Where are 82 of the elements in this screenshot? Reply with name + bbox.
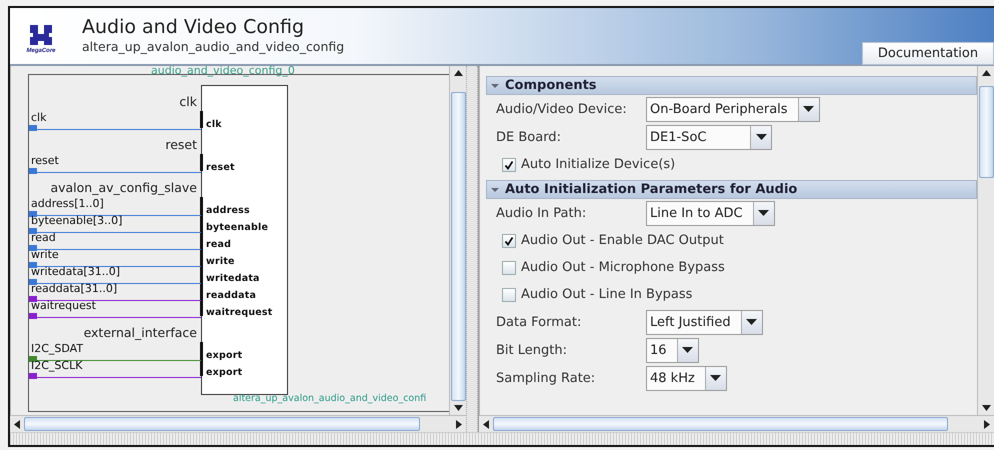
scrollbar-thumb[interactable] (450, 92, 466, 401)
signal-label: readdata[31..0] (31, 282, 118, 295)
collapse-icon[interactable] (491, 186, 499, 194)
port-label: export (206, 367, 242, 379)
scroll-up-icon[interactable] (982, 70, 990, 76)
collapse-icon[interactable] (491, 82, 499, 90)
interface-label: external_interface (84, 325, 197, 341)
checkbox-label: Auto Initialize Device(s) (521, 157, 676, 172)
port-label: address (206, 205, 250, 217)
checkbox[interactable] (502, 260, 516, 274)
interface-bar (200, 111, 203, 128)
scroll-left-icon[interactable] (483, 420, 489, 428)
checkbox[interactable] (502, 234, 516, 248)
scroll-right-icon[interactable] (456, 420, 462, 428)
port-label: export (206, 350, 242, 362)
dropdown[interactable]: On-Board Peripherals (646, 96, 820, 122)
signal-label: clk (31, 111, 46, 124)
caret-icon (710, 375, 722, 381)
window-title: Audio and Video Config (82, 14, 306, 38)
interface-label: avalon_av_config_slave (50, 180, 197, 196)
caret-icon (746, 319, 758, 325)
interface-label: clk (179, 94, 197, 110)
port-label: clk (206, 119, 222, 131)
port-label: readdata (206, 290, 256, 302)
field-label: Bit Length: (496, 342, 568, 358)
interface-label: reset (165, 137, 197, 153)
signal-label: I2C_SCLK (31, 359, 82, 372)
scrollbar-thumb[interactable] (24, 417, 420, 431)
field-label: Data Format: (496, 314, 582, 330)
horizontal-scrollbar[interactable] (10, 415, 466, 432)
signal-label: writedata[31..0] (31, 265, 120, 278)
checkbox-label: Audio Out - Enable DAC Output (521, 233, 724, 248)
signal-label: byteenable[3..0] (31, 214, 122, 227)
vertical-scrollbar[interactable] (977, 66, 994, 415)
scroll-down-icon[interactable] (454, 405, 462, 411)
interface-bar (200, 342, 203, 376)
caret-icon (803, 106, 814, 112)
caret-icon (682, 347, 694, 353)
signal-label: I2C_SDAT (31, 342, 84, 355)
field-label: Audio/Video Device: (496, 102, 628, 116)
port-label: read (206, 239, 232, 251)
section-title: Auto Initialization Parameters for Audio (505, 182, 798, 197)
signal-label: write (31, 248, 59, 261)
vertical-scrollbar[interactable] (449, 66, 466, 415)
port-label: write (206, 256, 235, 268)
dropdown[interactable]: 16 (646, 338, 699, 362)
signal-label: waitrequest (31, 299, 96, 312)
dropdown[interactable]: Left Justified (646, 310, 763, 334)
scrollbar-thumb[interactable] (493, 417, 948, 431)
field-label: DE Board: (496, 130, 562, 144)
checkbox-label: Audio Out - Microphone Bypass (521, 260, 725, 275)
documentation-button[interactable]: Documentation (862, 42, 994, 65)
horizontal-scrollbar[interactable] (479, 415, 994, 432)
section-title: Components (505, 78, 597, 93)
dropdown[interactable]: DE1-SoC (646, 124, 772, 150)
caret-icon (758, 210, 770, 216)
module-name: altera_up_avalon_audio_and_video_confi (233, 393, 426, 404)
section-header[interactable]: Auto Initialization Parameters for Audio (486, 180, 977, 199)
checkbox[interactable] (502, 288, 516, 302)
dropdown[interactable]: Line In to ADC (646, 200, 775, 226)
checkbox-label: Audio Out - Line In Bypass (521, 287, 692, 302)
scrollbar-thumb[interactable] (978, 86, 994, 178)
instance-name: audio_and_video_config_0 (151, 66, 295, 77)
port-label: reset (206, 162, 235, 174)
signal-label: read (31, 231, 56, 244)
window-subtitle: altera_up_avalon_audio_and_video_config (82, 38, 344, 54)
port-label: byteenable (206, 222, 268, 234)
caret-icon (756, 134, 766, 140)
field-label: Sampling Rate: (496, 370, 596, 386)
scroll-down-icon[interactable] (982, 405, 990, 411)
interface-bar (200, 154, 203, 171)
scroll-right-icon[interactable] (984, 420, 990, 428)
dropdown[interactable]: 48 kHz (646, 366, 727, 390)
scroll-up-icon[interactable] (454, 70, 462, 76)
port-label: writedata (206, 273, 260, 285)
checkbox[interactable] (502, 158, 516, 172)
section-header[interactable]: Components (486, 76, 977, 95)
signal-label: address[1..0] (31, 197, 104, 210)
scroll-left-icon[interactable] (14, 420, 20, 428)
port-label: waitrequest (206, 307, 273, 319)
field-label: Audio In Path: (496, 206, 588, 220)
signal-label: reset (31, 154, 59, 167)
